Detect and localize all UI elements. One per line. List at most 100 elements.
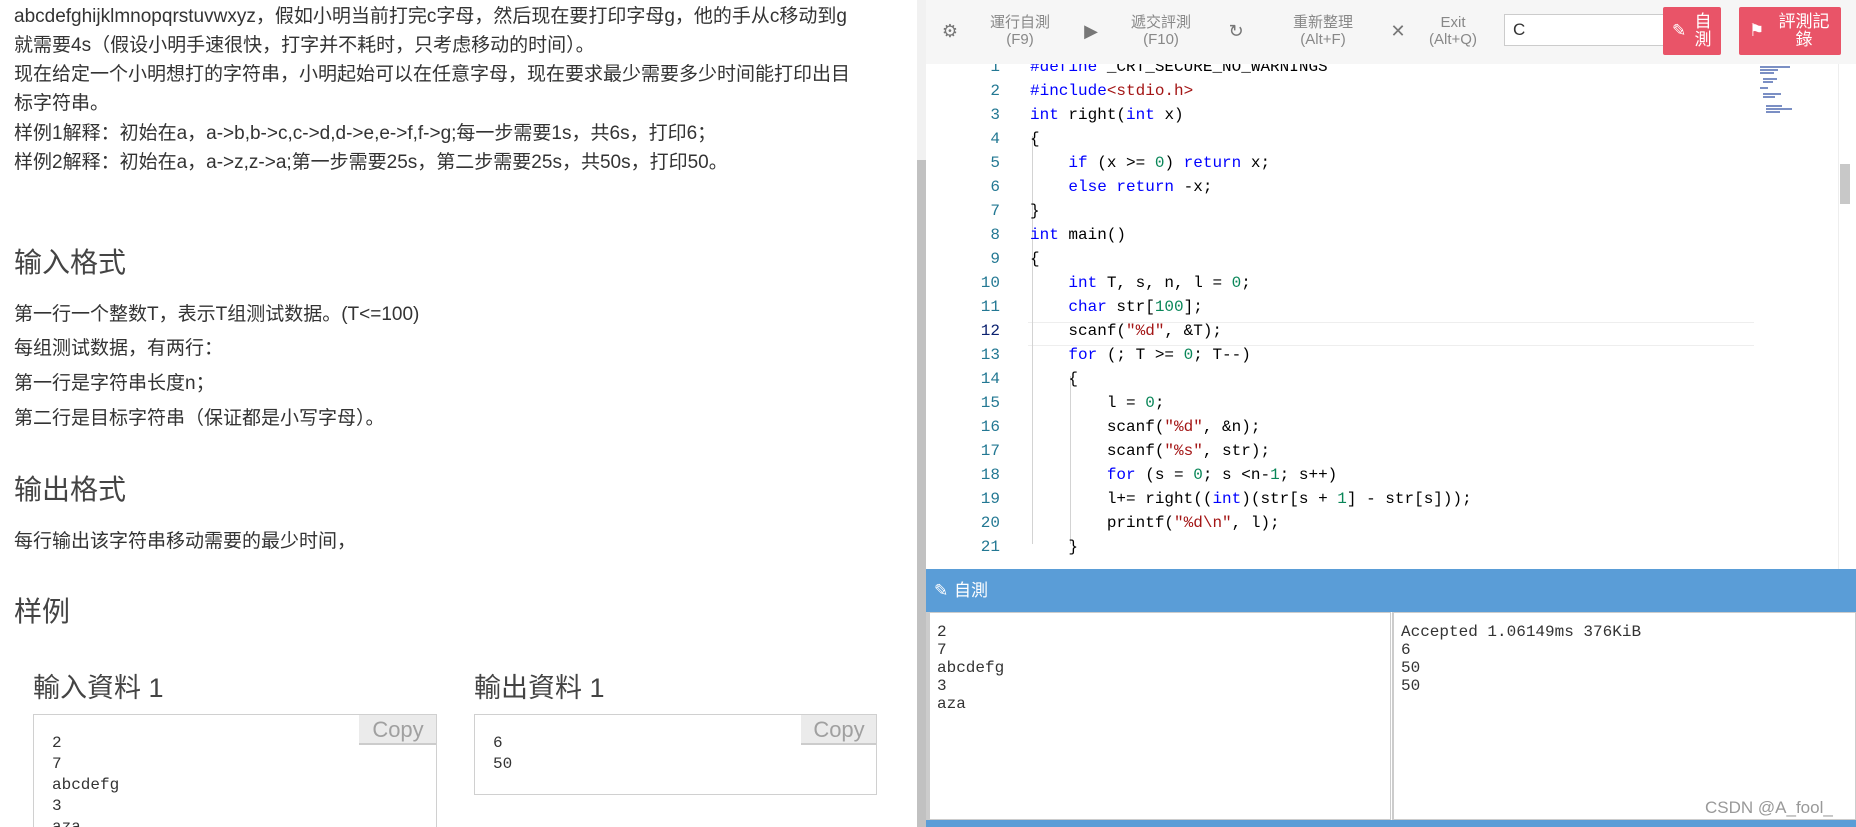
exit-button[interactable]: ✕ Exit (Alt+Q) xyxy=(1388,14,1498,52)
code-line[interactable]: } xyxy=(1030,199,1040,223)
editor-scrollbar[interactable] xyxy=(1838,64,1856,569)
minimap-line xyxy=(1763,81,1773,83)
self-test-panel-button[interactable]: ✎ 自 測 xyxy=(1663,7,1721,55)
sample-output-title: 輸出資料 1 xyxy=(474,673,605,703)
pencil-icon: ✎ xyxy=(1672,21,1687,40)
code-line[interactable]: char str[100]; xyxy=(1030,295,1202,319)
minimap-line xyxy=(1763,93,1781,95)
line-number: 15 xyxy=(980,394,1000,412)
self-test-output-text: Accepted 1.06149ms 376KiB 6 50 50 xyxy=(1401,623,1642,695)
code-line[interactable]: l+= right((int)(str[s + 1] - str[s])); xyxy=(1030,487,1472,511)
minimap-line xyxy=(1766,111,1780,113)
panel-bottom-bar xyxy=(926,820,1856,827)
minimap-line xyxy=(1763,78,1777,80)
line-number: 11 xyxy=(980,298,1000,316)
run-self-test-key: (F9) xyxy=(1006,31,1034,48)
sample-output-text: 6 50 xyxy=(493,734,513,773)
code-line[interactable]: scanf("%d", &n); xyxy=(1030,415,1261,439)
minimap-line xyxy=(1760,66,1790,68)
minimap-line xyxy=(1760,72,1774,74)
submit-button[interactable]: ▶ 遞交評測 (F10) xyxy=(1081,14,1211,52)
code-line[interactable]: l = 0; xyxy=(1030,391,1165,415)
self-test-input[interactable]: 2 7 abcdefg 3 aza xyxy=(926,612,1391,820)
flag-icon: ⚑ xyxy=(1749,21,1765,40)
submit-label: 遞交評測 xyxy=(1130,14,1191,31)
bug-icon: ⚙ xyxy=(941,21,959,41)
line-number: 1 xyxy=(990,64,1000,76)
code-line[interactable]: #define _CRT_SECURE_NO_WARNINGS xyxy=(1030,64,1328,79)
code-line[interactable]: scanf("%d", &T); xyxy=(1030,319,1222,343)
run-self-test-label: 運行自測 xyxy=(989,14,1050,31)
reformat-key: (Alt+F) xyxy=(1300,31,1346,48)
self-test-panel-header: ✎ 自測 xyxy=(926,569,1856,612)
input-format-heading: 输入格式 xyxy=(14,247,127,278)
code-line[interactable]: for (; T >= 0; T--) xyxy=(1030,343,1250,367)
input-format-line: 第二行是目标字符串（保证都是小写字母）。 xyxy=(14,408,385,429)
input-format-line: 每组测试数据，有两行： xyxy=(14,338,224,359)
line-number: 21 xyxy=(980,538,1000,556)
code-line[interactable]: int right(int x) xyxy=(1030,103,1184,127)
page-scrollbar-thumb[interactable] xyxy=(917,160,926,827)
line-number-current: 12 xyxy=(980,322,1000,340)
code-line[interactable]: int main() xyxy=(1030,223,1126,247)
records-button[interactable]: ⚑ 評測記 錄 xyxy=(1739,7,1841,55)
line-number: 19 xyxy=(980,490,1000,508)
refresh-icon: ↻ xyxy=(1228,21,1244,41)
problem-line: 标字符串。 xyxy=(14,93,110,114)
code-line[interactable]: else return -x; xyxy=(1030,175,1212,199)
submit-key: (F10) xyxy=(1143,31,1179,48)
code-line[interactable]: for (s = 0; s <n-1; s++) xyxy=(1030,463,1337,487)
code-line[interactable]: } xyxy=(1030,535,1078,559)
problem-line: 就需要4s（假设小明手速很快，打字并不耗时，只考虑移动的时间）。 xyxy=(14,35,595,56)
code-line[interactable]: { xyxy=(1030,247,1040,271)
line-number: 7 xyxy=(990,202,1000,220)
minimap-line xyxy=(1766,108,1792,110)
code-line[interactable]: #include<stdio.h> xyxy=(1030,79,1193,103)
problem-line: abcdefghijklmnopqrstuvwxyz，假如小明当前打完c字母，然… xyxy=(14,6,847,27)
code-line[interactable]: if (x >= 0) return x; xyxy=(1030,151,1270,175)
pencil-icon: ✎ xyxy=(934,581,949,600)
copy-input-button[interactable]: Copy xyxy=(359,715,436,745)
sample-input-title: 輸入資料 1 xyxy=(33,673,164,703)
line-number: 5 xyxy=(990,154,1000,172)
line-number: 8 xyxy=(990,226,1000,244)
self-test-panel-label: 自 測 xyxy=(1694,12,1712,49)
run-self-test-button[interactable]: ⚙ 運行自測 (F9) xyxy=(940,14,1060,52)
output-format-heading: 输出格式 xyxy=(14,474,127,505)
sample-input-text: 2 7 abcdefg 3 aza xyxy=(52,734,120,827)
reformat-label: 重新整理 xyxy=(1292,14,1353,31)
line-number: 6 xyxy=(990,178,1000,196)
code-line[interactable]: { xyxy=(1030,127,1040,151)
editor-scrollbar-thumb[interactable] xyxy=(1840,164,1850,204)
line-number: 17 xyxy=(980,442,1000,460)
language-select[interactable]: C ▼ xyxy=(1504,14,1684,46)
input-format-line: 第一行是字符串长度n； xyxy=(14,373,215,394)
output-format-line: 每行输出该字符串移动需要的最少时间， xyxy=(14,531,357,552)
line-number: 20 xyxy=(980,514,1000,532)
self-test-output: Accepted 1.06149ms 376KiB 6 50 50 xyxy=(1392,612,1856,820)
line-number: 16 xyxy=(980,418,1000,436)
code-line[interactable]: { xyxy=(1030,367,1078,391)
code-editor[interactable]: 1 2 3 4 5 6 7 8 9 10 11 12 13 14 15 16 1… xyxy=(926,64,1856,569)
minimap-line xyxy=(1760,87,1768,89)
code-minimap[interactable] xyxy=(1760,64,1832,124)
code-line[interactable]: printf("%d\n", l); xyxy=(1030,511,1280,535)
minimap-line xyxy=(1766,105,1782,107)
csdn-watermark: CSDN @A_fool_ xyxy=(1705,798,1833,817)
minimap-line xyxy=(1763,96,1775,98)
self-test-input-text: 2 7 abcdefg 3 aza xyxy=(937,623,1005,713)
copy-output-button[interactable]: Copy xyxy=(801,715,876,745)
sample-output-box[interactable]: 6 50 Copy xyxy=(474,714,877,795)
code-line[interactable]: int T, s, n, l = 0; xyxy=(1030,271,1250,295)
sample-input-box[interactable]: 2 7 abcdefg 3 aza Copy xyxy=(33,714,437,827)
problem-line: 样例2解释：初始在a，a->z,z->a;第一步需要25s，第二步需要25s，共… xyxy=(14,152,728,173)
line-number: 9 xyxy=(990,250,1000,268)
play-circle-icon: ▶ xyxy=(1084,21,1098,41)
reformat-button[interactable]: ↻ 重新整理 (Alt+F) xyxy=(1226,14,1366,52)
self-test-panel-title: 自測 xyxy=(954,581,988,600)
language-value: C xyxy=(1513,20,1526,39)
line-number: 4 xyxy=(990,130,1000,148)
problem-line: 现在给定一个小明想打的字符串，小明起始可以在任意字母，现在要求最少需要多少时间能… xyxy=(14,64,851,85)
ide-pane: ⚙ 運行自測 (F9) ▶ 遞交評測 (F10) ↻ 重新整理 (Alt+F) ✕ E… xyxy=(926,0,1856,827)
code-line[interactable]: scanf("%s", str); xyxy=(1030,439,1270,463)
